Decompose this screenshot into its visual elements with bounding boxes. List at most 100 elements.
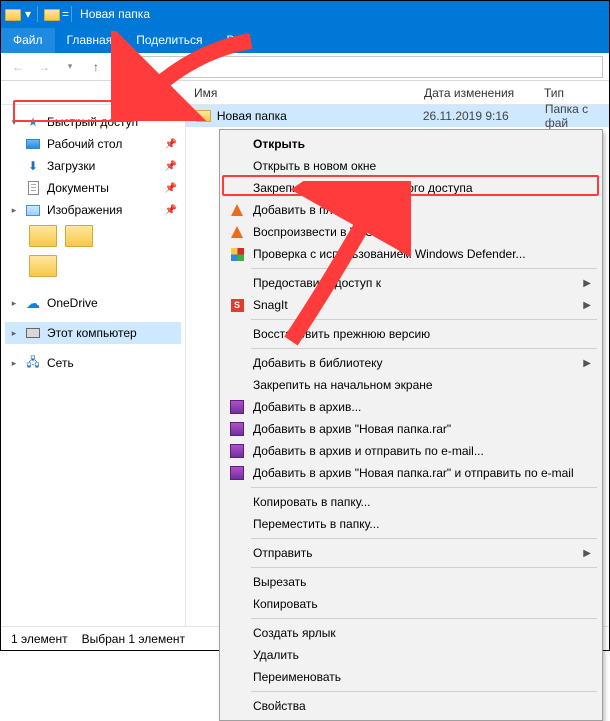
star-icon: ★ bbox=[25, 114, 41, 130]
sidebar-quick-access[interactable]: ▾ ★ Быстрый доступ bbox=[5, 111, 181, 133]
quickaccess-dropdown[interactable]: ▾ bbox=[25, 7, 31, 21]
tab-share[interactable]: Поделиться bbox=[124, 28, 214, 53]
sidebar-label: Загрузки bbox=[47, 159, 95, 173]
status-selection: Выбран 1 элемент bbox=[82, 632, 185, 646]
file-name: Новая папка bbox=[217, 109, 417, 123]
ctx-properties[interactable]: Свойства bbox=[223, 695, 599, 717]
sidebar-network[interactable]: ▸ 🖧 Сеть bbox=[5, 352, 181, 374]
ctx-open[interactable]: Открыть bbox=[223, 133, 599, 155]
chevron-right-icon: ▶ bbox=[583, 358, 591, 369]
rar-icon bbox=[229, 399, 245, 415]
rar-icon bbox=[229, 443, 245, 459]
ctx-add-to-library[interactable]: Добавить в библиотеку▶ bbox=[223, 352, 599, 374]
ctx-vlc-play[interactable]: Воспроизвести в VLC bbox=[223, 221, 599, 243]
sidebar-this-pc[interactable]: ▸ Этот компьютер bbox=[5, 322, 181, 344]
ribbon-tabs: Файл Главная Поделиться Вид bbox=[1, 27, 609, 53]
col-name[interactable]: Имя bbox=[186, 86, 416, 100]
up-button[interactable]: ↑ bbox=[85, 56, 107, 78]
file-type: Папка с фай bbox=[545, 102, 609, 130]
address-bar[interactable]: ▸ bbox=[115, 56, 603, 78]
folder-icon bbox=[44, 7, 60, 22]
ctx-rar-mail[interactable]: Добавить в архив и отправить по e-mail..… bbox=[223, 440, 599, 462]
ctx-move-to[interactable]: Переместить в папку... bbox=[223, 513, 599, 535]
back-button[interactable]: ← bbox=[7, 56, 29, 78]
ctx-snagit[interactable]: SSnagIt▶ bbox=[223, 294, 599, 316]
folder-icon[interactable] bbox=[29, 255, 57, 277]
cloud-icon: ☁ bbox=[25, 295, 41, 311]
ctx-rar-mail-named[interactable]: Добавить в архив "Новая папка.rar" и отп… bbox=[223, 462, 599, 484]
col-date[interactable]: Дата изменения bbox=[416, 86, 536, 100]
file-date: 26.11.2019 9:16 bbox=[423, 109, 539, 123]
chevron-right-icon: ▶ bbox=[583, 278, 591, 289]
sidebar-pictures[interactable]: ▸ Изображения 📌 bbox=[5, 199, 181, 221]
ctx-pin-start[interactable]: Закрепить на начальном экране bbox=[223, 374, 599, 396]
ctx-copy-to[interactable]: Копировать в папку... bbox=[223, 491, 599, 513]
nav-toolbar: ← → ▾ ↑ ▸ bbox=[1, 53, 609, 81]
sidebar-onedrive[interactable]: ▸ ☁ OneDrive bbox=[5, 292, 181, 314]
recent-dropdown[interactable]: ▾ bbox=[59, 56, 81, 78]
nav-sidebar: ▾ ★ Быстрый доступ Рабочий стол 📌 ⬇ Загр… bbox=[1, 105, 186, 626]
tab-file[interactable]: Файл bbox=[1, 28, 55, 53]
forward-button[interactable]: → bbox=[33, 56, 55, 78]
ctx-open-new-window[interactable]: Открыть в новом окне bbox=[223, 155, 599, 177]
sidebar-label: Документы bbox=[47, 181, 109, 195]
file-row[interactable]: Новая папка 26.11.2019 9:16 Папка с фай bbox=[186, 105, 609, 127]
ctx-rename[interactable]: Переименовать bbox=[223, 666, 599, 688]
ctx-restore-previous[interactable]: Восстановить прежнюю версию bbox=[223, 323, 599, 345]
col-type[interactable]: Тип bbox=[536, 86, 572, 100]
rar-icon bbox=[229, 465, 245, 481]
download-icon: ⬇ bbox=[25, 158, 41, 174]
pc-icon bbox=[25, 325, 41, 341]
titlebar: ▾ = Новая папка bbox=[1, 1, 609, 27]
sidebar-label: OneDrive bbox=[47, 296, 98, 310]
chevron-right-icon[interactable]: ▸ bbox=[9, 328, 19, 339]
shield-icon bbox=[229, 246, 245, 262]
pin-icon: 📌 bbox=[165, 161, 177, 172]
folder-icon[interactable] bbox=[29, 225, 57, 247]
status-count: 1 элемент bbox=[11, 632, 68, 646]
context-menu: Открыть Открыть в новом окне Закрепить н… bbox=[219, 129, 603, 721]
ctx-defender-scan[interactable]: Проверка с использованием Windows Defend… bbox=[223, 243, 599, 265]
ctx-rar-add[interactable]: Добавить в архив... bbox=[223, 396, 599, 418]
desktop-icon bbox=[25, 136, 41, 152]
vlc-icon bbox=[229, 202, 245, 218]
pin-icon: 📌 bbox=[165, 183, 177, 194]
document-icon bbox=[25, 180, 41, 196]
sidebar-label: Сеть bbox=[47, 356, 74, 370]
ctx-pin-quick-access[interactable]: Закрепить на панели быстрого доступа bbox=[223, 177, 599, 199]
ctx-rar-add-named[interactable]: Добавить в архив "Новая папка.rar" bbox=[223, 418, 599, 440]
chevron-right-icon[interactable]: ▸ bbox=[9, 298, 19, 309]
chevron-right-icon: ▶ bbox=[583, 300, 591, 311]
chevron-right-icon[interactable]: ▸ bbox=[9, 205, 19, 216]
ctx-give-access[interactable]: Предоставить доступ к▶ bbox=[223, 272, 599, 294]
rar-icon bbox=[229, 421, 245, 437]
pin-icon: 📌 bbox=[165, 205, 177, 216]
sidebar-label: Этот компьютер bbox=[47, 326, 137, 340]
chevron-right-icon[interactable]: ▸ bbox=[9, 358, 19, 369]
sidebar-documents[interactable]: Документы 📌 bbox=[5, 177, 181, 199]
sidebar-label: Изображения bbox=[47, 203, 122, 217]
ctx-create-shortcut[interactable]: Создать ярлык bbox=[223, 622, 599, 644]
column-headers: Имя Дата изменения Тип bbox=[1, 81, 609, 105]
ctx-delete[interactable]: Удалить bbox=[223, 644, 599, 666]
network-icon: 🖧 bbox=[25, 355, 41, 371]
folder-icon bbox=[120, 61, 136, 73]
folder-icon bbox=[196, 110, 211, 122]
folder-icon bbox=[5, 7, 21, 22]
sidebar-label: Рабочий стол bbox=[47, 137, 122, 151]
chevron-right-icon[interactable]: ▸ bbox=[140, 61, 145, 72]
sidebar-downloads[interactable]: ⬇ Загрузки 📌 bbox=[5, 155, 181, 177]
pin-icon: 📌 bbox=[165, 139, 177, 150]
sidebar-label: Быстрый доступ bbox=[47, 115, 138, 129]
tab-home[interactable]: Главная bbox=[55, 28, 125, 53]
sidebar-desktop[interactable]: Рабочий стол 📌 bbox=[5, 133, 181, 155]
ctx-cut[interactable]: Вырезать bbox=[223, 571, 599, 593]
tab-view[interactable]: Вид bbox=[214, 28, 260, 53]
chevron-right-icon: ▶ bbox=[583, 548, 591, 559]
ctx-vlc-add-playlist[interactable]: Добавить в плейлист VLC bbox=[223, 199, 599, 221]
folder-icon[interactable] bbox=[65, 225, 93, 247]
chevron-down-icon[interactable]: ▾ bbox=[9, 117, 19, 128]
ctx-copy[interactable]: Копировать bbox=[223, 593, 599, 615]
snagit-icon: S bbox=[229, 297, 245, 313]
ctx-send-to[interactable]: Отправить▶ bbox=[223, 542, 599, 564]
